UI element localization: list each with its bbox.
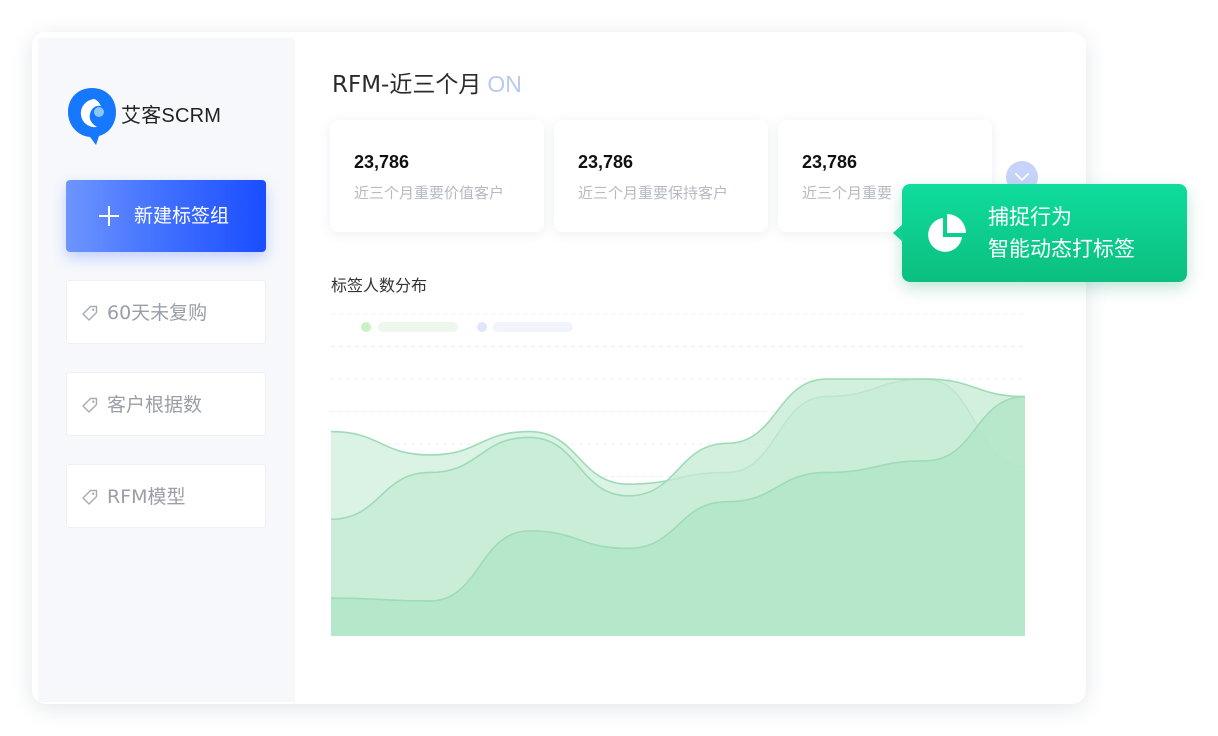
brand-logo[interactable]: 艾客SCRM [66, 86, 266, 146]
sidebar-item-label: 客户根据数 [107, 394, 203, 416]
sidebar-item-label: RFM模型 [107, 486, 186, 508]
logo-icon [68, 88, 116, 145]
pie-chart-icon [928, 214, 966, 252]
chevron-down-icon [1015, 173, 1029, 181]
chart-areas [331, 378, 1025, 636]
chart-legend [361, 322, 573, 332]
new-tag-group-button[interactable]: 新建标签组 [66, 180, 266, 252]
sidebar: 艾客SCRM 新建标签组 60天未复购 客户根据数 RFM模型 [38, 38, 295, 702]
legend-label-placeholder [493, 322, 573, 332]
tag-icon [82, 305, 98, 321]
sidebar-item-rfm-model[interactable]: RFM模型 [66, 464, 266, 528]
sidebar-item-label: 60天未复购 [107, 302, 208, 324]
callout-arrow [893, 224, 903, 242]
stat-label: 近三个月重要 [802, 184, 893, 202]
stat-value: 23,786 [802, 152, 858, 172]
app-window: 艾客SCRM 新建标签组 60天未复购 客户根据数 RFM模型 RFM-近三个月… [32, 32, 1086, 704]
sidebar-item-customer-data[interactable]: 客户根据数 [66, 372, 266, 436]
page-title-text: RFM-近三个月 [332, 72, 482, 98]
callout-subtitle: 智能动态打标签 [988, 237, 1135, 261]
stat-card-value-customers[interactable]: 23,786 近三个月重要价值客户 [330, 120, 544, 232]
status-badge: ON [487, 71, 522, 97]
brand-name: 艾客SCRM [121, 105, 222, 127]
legend-marker [477, 322, 487, 332]
sidebar-item-60-days[interactable]: 60天未复购 [66, 280, 266, 344]
stat-label: 近三个月重要保持客户 [578, 184, 729, 202]
stat-card-retain-customers[interactable]: 23,786 近三个月重要保持客户 [554, 120, 768, 232]
stat-value: 23,786 [578, 152, 634, 172]
feature-callout: 捕捉行为 智能动态打标签 [893, 184, 1187, 282]
tag-icon [82, 397, 98, 413]
new-tag-group-label: 新建标签组 [134, 205, 230, 227]
tag-icon [82, 489, 98, 505]
page-title: RFM-近三个月 ON [332, 65, 522, 99]
legend-label-placeholder [378, 322, 458, 332]
chart-title: 标签人数分布 [331, 276, 428, 295]
callout-title: 捕捉行为 [988, 205, 1072, 229]
stat-value: 23,786 [354, 152, 410, 172]
tag-distribution-chart [331, 313, 1025, 636]
plus-icon [99, 206, 119, 226]
stat-label: 近三个月重要价值客户 [354, 184, 505, 202]
legend-marker [361, 322, 371, 332]
